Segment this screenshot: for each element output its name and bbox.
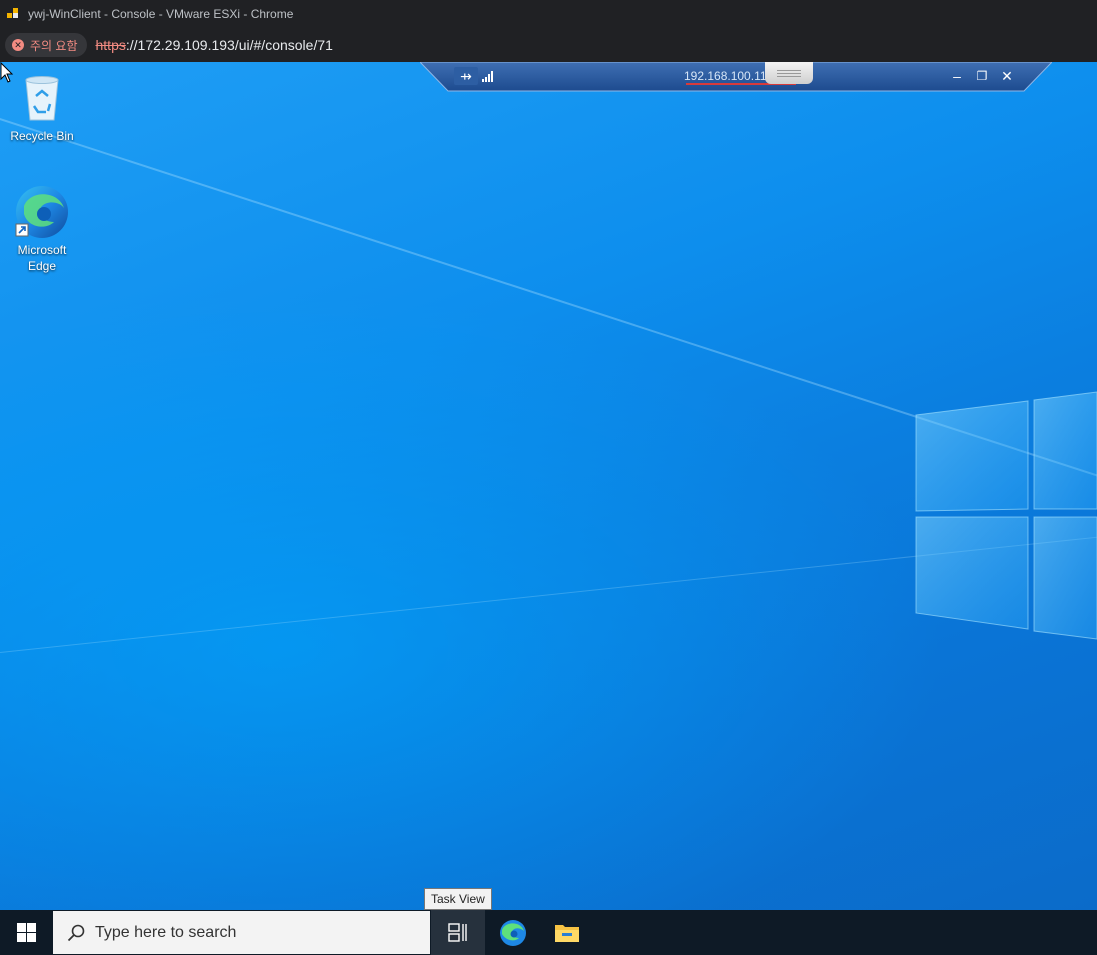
- url-field[interactable]: https://172.29.109.193/ui/#/console/71: [96, 37, 333, 53]
- edge-label-line1: Microsoft: [17, 243, 67, 257]
- edge-label-line2: Edge: [27, 259, 57, 273]
- minimize-console-button[interactable]: –: [950, 67, 964, 85]
- search-icon: [67, 924, 85, 941]
- restore-console-button[interactable]: ❐: [974, 67, 990, 85]
- security-warning-label: 주의 요함: [30, 38, 78, 53]
- browser-title-bar[interactable]: ywj-WinClient - Console - VMware ESXi - …: [0, 0, 1097, 28]
- task-view-tooltip: Task View: [424, 888, 492, 910]
- task-view-icon: [448, 923, 467, 942]
- search-placeholder: Type here to search: [95, 923, 237, 941]
- vm-ip-address: 192.168.100.110: [684, 69, 774, 83]
- pin-toolbar-button[interactable]: ⇸: [454, 67, 478, 85]
- task-view-button[interactable]: [431, 910, 485, 955]
- url-scheme: https: [95, 37, 126, 53]
- edge-icon: [500, 920, 526, 946]
- vm-desktop[interactable]: Recycle Bin Microsoft Edge: [0, 62, 1097, 910]
- taskbar: Type here to search: [0, 910, 1097, 955]
- taskbar-search-box[interactable]: Type here to search: [53, 911, 430, 954]
- vm-console-toolbar[interactable]: ⇸ 192.168.100.110 – ❐ ✕: [420, 62, 1052, 92]
- window-title: ywj-WinClient - Console - VMware ESXi - …: [28, 7, 294, 21]
- taskbar-edge-button[interactable]: [486, 910, 540, 955]
- windows-logo-wallpaper-icon: [915, 391, 1097, 640]
- close-console-button[interactable]: ✕: [1000, 67, 1014, 85]
- toolbar-drag-handle[interactable]: [765, 62, 813, 84]
- mouse-cursor-icon: [0, 62, 14, 83]
- url-path: ://172.29.109.193/ui/#/console/71: [125, 37, 333, 53]
- security-warning-chip[interactable]: ✕ 주의 요함: [5, 33, 87, 57]
- warning-icon: ✕: [12, 39, 24, 51]
- address-bar[interactable]: ✕ 주의 요함 https://172.29.109.193/ui/#/cons…: [0, 28, 1097, 62]
- microsoft-edge-desktop-icon[interactable]: Microsoft Edge: [0, 184, 84, 274]
- connection-signal-icon: [482, 71, 493, 82]
- vmware-app-icon: [6, 6, 22, 22]
- recycle-bin-icon: [14, 70, 70, 126]
- edge-icon: [14, 184, 70, 240]
- recycle-bin-label: Recycle Bin: [10, 129, 74, 143]
- folder-icon: [555, 925, 579, 942]
- taskbar-file-explorer-button[interactable]: [540, 910, 594, 955]
- start-button[interactable]: [0, 910, 52, 955]
- windows-start-icon: [17, 923, 36, 942]
